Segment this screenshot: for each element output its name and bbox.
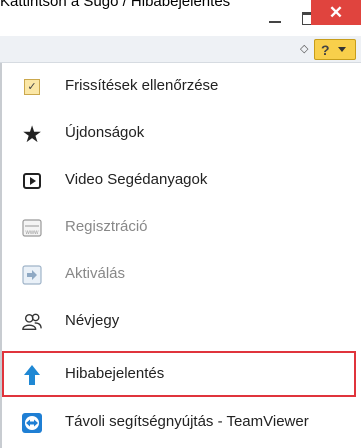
menu-item-label: Távoli segítségnyújtás - TeamViewer	[65, 413, 309, 430]
minimize-button[interactable]	[262, 7, 288, 29]
window-title: Kattintson a Súgó / Hibabejelentés	[0, 0, 231, 10]
menu-item-teamviewer[interactable]: Távoli segítségnyújtás - TeamViewer	[0, 399, 361, 447]
close-button[interactable]: ✕	[311, 0, 361, 25]
teamviewer-icon	[22, 413, 42, 433]
highlight-box	[2, 351, 356, 397]
arrow-up-icon	[22, 365, 42, 385]
menu-item-label: Névjegy	[65, 312, 120, 329]
toolbar: ◇ ?	[0, 36, 361, 63]
menu-item-label: Újdonságok	[65, 124, 145, 141]
menu-item-about[interactable]: Névjegy	[0, 298, 361, 346]
star-icon: ★	[21, 121, 43, 147]
menu-item-label: Regisztráció	[65, 218, 148, 235]
people-icon	[22, 312, 42, 332]
menu-item-label: Aktiválás	[65, 265, 126, 282]
menu-item-label: Video Segédanyagok	[65, 171, 208, 188]
video-play-icon	[22, 171, 42, 191]
help-icon: ?	[321, 41, 330, 58]
minimize-icon	[269, 21, 281, 23]
checkbox-icon: ✓	[22, 77, 42, 97]
close-icon: ✕	[328, 2, 344, 22]
window-titlebar: Kattintson a Súgó / Hibabejelentés ✕	[0, 0, 361, 36]
menu-item-label: Frissítések ellenőrzése	[65, 77, 219, 94]
menu-item-check-updates[interactable]: ✓ Frissítések ellenőrzése	[0, 63, 361, 111]
menu-item-whats-new[interactable]: ★ Újdonságok	[0, 110, 361, 158]
menu-item-bug-report[interactable]: Hibabejelentés	[0, 351, 361, 399]
arrow-right-icon	[22, 265, 42, 285]
registration-icon: www	[22, 218, 42, 238]
menu-item-video-tutorials[interactable]: Video Segédanyagok	[0, 157, 361, 205]
help-dropdown-menu: ✓ Frissítések ellenőrzése ★ Újdonságok V…	[0, 63, 361, 448]
menu-item-activation[interactable]: Aktiválás	[0, 251, 361, 299]
collapse-ribbon-icon[interactable]: ◇	[300, 42, 308, 55]
svg-text:www: www	[25, 230, 40, 236]
menu-item-registration[interactable]: www Regisztráció	[0, 204, 361, 252]
help-menu-button[interactable]: ?	[314, 39, 356, 60]
chevron-down-icon	[337, 47, 346, 52]
menu-item-label: Hibabejelentés	[65, 365, 165, 382]
